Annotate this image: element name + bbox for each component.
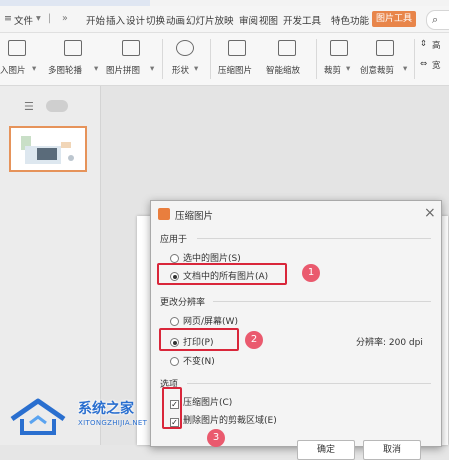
cancel-button[interactable]: 取消 [363, 440, 421, 460]
radio-no-change[interactable]: 不变(N) [170, 354, 215, 367]
ribbon-toolbar: 入图片 ▾ 多图轮播 ▾ 图片拼图 ▾ 形状 ▾ 压缩图片 智能缩放 裁剪 ▾ … [0, 33, 449, 86]
ribbon-divider [210, 39, 211, 79]
menu-animations[interactable]: 动画 [166, 13, 185, 27]
slide-thumbnail-panel: ☰ [0, 86, 101, 445]
search-box[interactable]: ⌕ [426, 10, 449, 30]
step-badge: 2 [245, 331, 263, 349]
chevron-down-icon[interactable]: ▾ [36, 13, 41, 24]
menu-file[interactable]: 文件 [14, 13, 33, 27]
width-icon: ⇔ [420, 59, 428, 69]
chevron-down-icon[interactable]: ▾ [150, 64, 154, 74]
chevron-down-icon[interactable]: ▾ [94, 64, 98, 74]
menu-developer[interactable]: 开发工具 [283, 13, 321, 27]
radio-icon [170, 357, 179, 366]
step-badge: 1 [302, 264, 320, 282]
watermark-url: XITONGZHIJIA.NET [78, 419, 148, 427]
shape-button[interactable]: 形状 [172, 64, 189, 76]
divider: | [48, 13, 52, 24]
menu-insert[interactable]: 插入 [106, 13, 125, 27]
slide-thumbnail[interactable] [9, 126, 87, 172]
creative-crop-icon[interactable] [376, 40, 394, 56]
menu-picture-tools[interactable]: 图片工具 [372, 11, 417, 27]
site-watermark: 系统之家 XITONGZHIJIA.NET [8, 395, 168, 440]
width-field[interactable]: 宽 [432, 59, 441, 71]
resolution-label: 更改分辨率 [160, 298, 206, 308]
smart-zoom-button[interactable]: 智能缩放 [266, 64, 300, 76]
ribbon-divider [414, 39, 415, 79]
collage-button[interactable]: 图片拼图 [106, 64, 140, 76]
crop-icon[interactable] [330, 40, 348, 56]
insert-picture-icon[interactable] [8, 40, 26, 56]
chevron-down-icon[interactable]: ▾ [346, 64, 350, 74]
slide-view-toggle[interactable] [46, 100, 68, 112]
chevron-down-icon[interactable]: ▾ [403, 64, 407, 74]
close-icon[interactable]: × [424, 205, 436, 221]
highlight-box [157, 263, 287, 285]
option-label: 不变(N) [183, 357, 215, 367]
house-logo-icon [10, 398, 66, 435]
option-label: 删除图片的剪裁区域(E) [183, 416, 277, 426]
dialog-title: 压缩图片 [175, 211, 214, 222]
menu-home[interactable]: 开始 [86, 13, 105, 27]
smart-zoom-icon[interactable] [278, 40, 296, 56]
compress-picture-icon[interactable] [228, 40, 246, 56]
option-label: 网页/屏幕(W) [183, 317, 238, 327]
ok-button[interactable]: 确定 [297, 440, 355, 460]
apply-to-label: 应用于 [160, 235, 188, 245]
menu-review[interactable]: 审阅 [239, 13, 258, 27]
menu-bar: ≡ 文件 ▾ | » 开始 插入 设计 切换 动画 幻灯片放映 审阅 视图 开发… [0, 6, 449, 33]
step-badge: 3 [207, 429, 225, 447]
option-label: 压缩图片(C) [183, 398, 233, 408]
compress-picture-button[interactable]: 压缩图片 [218, 64, 252, 76]
group-divider [197, 238, 431, 239]
menu-special[interactable]: 特色功能 [331, 13, 369, 27]
thumbnail-image [21, 136, 74, 164]
crop-button[interactable]: 裁剪 [324, 64, 341, 76]
checkbox-delete-cropped[interactable]: ✓ 删除图片的剪裁区域(E) [170, 413, 277, 427]
group-divider [187, 383, 431, 384]
ribbon-divider [316, 39, 317, 79]
radio-web-screen[interactable]: 网页/屏幕(W) [170, 314, 238, 327]
menu-view[interactable]: 视图 [259, 13, 278, 27]
menu-transitions[interactable]: 切换 [146, 13, 165, 27]
highlight-box [159, 328, 239, 351]
more-icon[interactable]: » [62, 13, 68, 24]
insert-picture-button[interactable]: 入图片 [0, 64, 26, 76]
compress-dialog-icon [158, 208, 170, 220]
search-icon: ⌕ [432, 13, 439, 26]
hamburger-icon[interactable]: ≡ [4, 13, 12, 24]
menu-slideshow[interactable]: 幻灯片放映 [186, 13, 234, 27]
watermark-title: 系统之家 [78, 401, 134, 417]
chevron-down-icon[interactable]: ▾ [32, 64, 36, 74]
carousel-button[interactable]: 多图轮播 [48, 64, 82, 76]
compress-picture-dialog: 压缩图片 × 应用于 选中的图片(S) 文档中的所有图片(A) 1 更改分辨率 … [150, 200, 442, 460]
height-icon: ⇕ [420, 39, 428, 49]
group-divider [213, 301, 431, 302]
outline-view-icon[interactable]: ☰ [24, 100, 34, 113]
menu-design[interactable]: 设计 [126, 13, 145, 27]
collage-icon[interactable] [122, 40, 140, 56]
radio-icon [170, 317, 179, 326]
shape-icon[interactable] [176, 40, 194, 56]
creative-crop-button[interactable]: 创意裁剪 [360, 64, 394, 76]
ribbon-divider [162, 39, 163, 79]
resolution-value: 分辨率: 200 dpi [356, 338, 423, 348]
chevron-down-icon[interactable]: ▾ [194, 64, 198, 74]
radio-icon [170, 254, 179, 263]
carousel-icon[interactable] [64, 40, 82, 56]
height-field[interactable]: 高 [432, 39, 441, 51]
